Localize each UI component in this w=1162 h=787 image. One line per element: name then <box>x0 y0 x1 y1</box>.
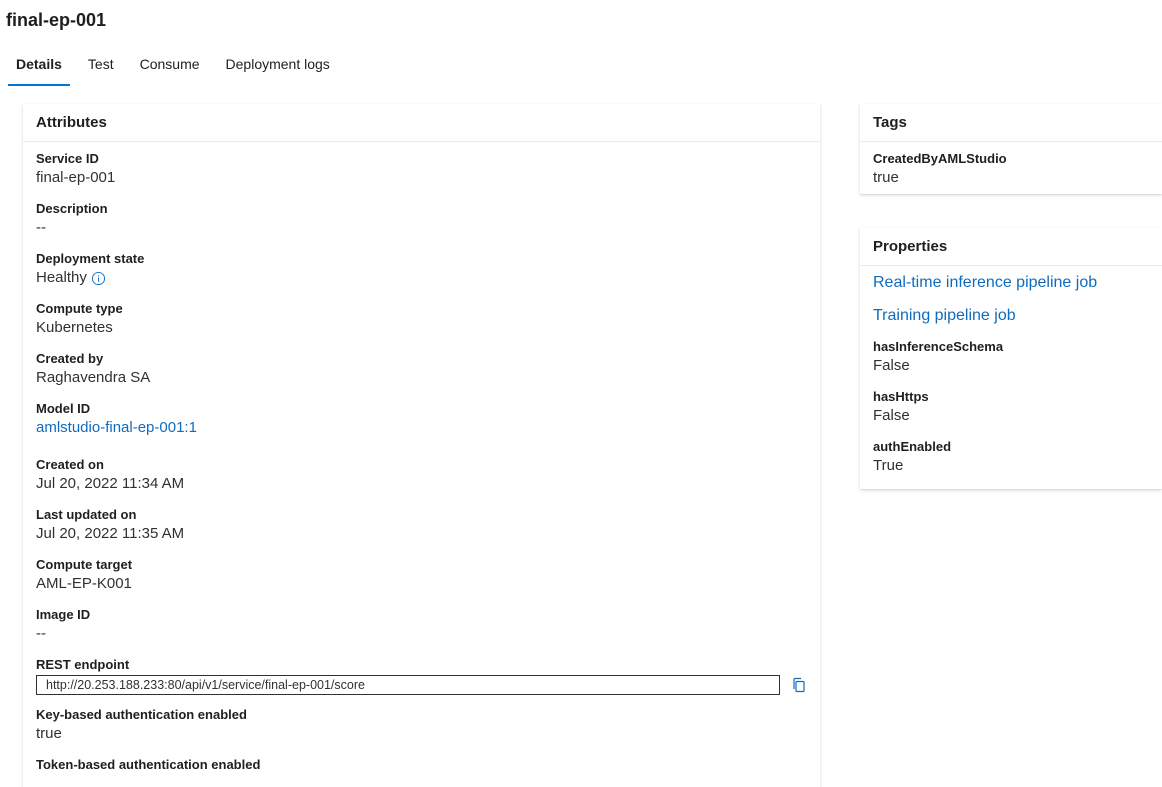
tab-consume[interactable]: Consume <box>132 44 208 86</box>
attr-token-auth: Token-based authentication enabled <box>36 756 807 773</box>
attr-label: Compute type <box>36 301 123 316</box>
attr-label: Last updated on <box>36 507 137 522</box>
attr-label: Image ID <box>36 607 91 622</box>
attr-value: Raghavendra SA <box>36 369 151 386</box>
prop-value: False <box>873 357 910 374</box>
attr-label: Compute target <box>36 557 133 572</box>
tag-label: CreatedByAMLStudio <box>873 151 1007 166</box>
attr-value: -- <box>36 625 46 642</box>
attr-image-id: Image ID -- <box>36 606 807 645</box>
tag-item: CreatedByAMLStudio true <box>873 150 1149 189</box>
endpoint-row: http://20.253.188.233:80/api/v1/service/… <box>36 675 807 695</box>
attr-value-row: Healthy <box>36 267 807 289</box>
tab-details[interactable]: Details <box>8 44 70 86</box>
prop-has-inference-schema: hasInferenceSchema False <box>873 338 1149 377</box>
attr-service-id: Service ID final-ep-001 <box>36 150 807 189</box>
attr-created-by: Created by Raghavendra SA <box>36 350 807 389</box>
realtime-inference-pipeline-link[interactable]: Real-time inference pipeline job <box>873 272 1149 294</box>
prop-value: False <box>873 407 910 424</box>
attr-label: Created by <box>36 351 104 366</box>
training-pipeline-link[interactable]: Training pipeline job <box>873 305 1149 327</box>
attr-model-id: Model ID amlstudio-final-ep-001:1 <box>36 400 807 439</box>
prop-label: hasInferenceSchema <box>873 339 1004 354</box>
prop-label: hasHttps <box>873 389 929 404</box>
tab-test[interactable]: Test <box>80 44 122 86</box>
properties-card: Properties Real-time inference pipeline … <box>860 228 1162 489</box>
tags-body: CreatedByAMLStudio true <box>860 142 1162 189</box>
tags-card: Tags CreatedByAMLStudio true <box>860 104 1162 194</box>
properties-header: Properties <box>860 228 1162 266</box>
attr-label: Service ID <box>36 151 99 166</box>
prop-value: True <box>873 457 904 474</box>
attributes-header: Attributes <box>23 104 820 142</box>
attr-value: AML-EP-K001 <box>36 575 132 592</box>
tag-value: true <box>873 169 899 186</box>
properties-body: Real-time inference pipeline job Trainin… <box>860 266 1162 477</box>
attr-label: Deployment state <box>36 251 145 266</box>
attr-value: -- <box>36 219 46 236</box>
attr-label: Key-based authentication enabled <box>36 707 247 722</box>
attr-value: Kubernetes <box>36 319 113 336</box>
attr-description: Description -- <box>36 200 807 239</box>
deployment-state-value: Healthy <box>36 269 87 286</box>
attr-created-on: Created on Jul 20, 2022 11:34 AM <box>36 456 807 495</box>
attributes-body: Service ID final-ep-001 Description -- D… <box>23 142 820 773</box>
attr-rest-endpoint: REST endpoint http://20.253.188.233:80/a… <box>36 656 807 695</box>
attr-label: REST endpoint <box>36 657 130 672</box>
attr-last-updated-on: Last updated on Jul 20, 2022 11:35 AM <box>36 506 807 545</box>
attr-value: Jul 20, 2022 11:35 AM <box>36 525 185 542</box>
page-title: final-ep-001 <box>6 10 107 30</box>
prop-auth-enabled: authEnabled True <box>873 438 1149 477</box>
tab-deployment-logs[interactable]: Deployment logs <box>218 44 338 86</box>
prop-label: authEnabled <box>873 439 952 454</box>
attributes-card: Attributes Service ID final-ep-001 Descr… <box>23 104 820 787</box>
attr-deployment-state: Deployment state Healthy <box>36 250 807 289</box>
attr-compute-target: Compute target AML-EP-K001 <box>36 556 807 595</box>
attr-label: Model ID <box>36 401 91 416</box>
rest-endpoint-field[interactable]: http://20.253.188.233:80/api/v1/service/… <box>36 675 780 695</box>
attr-value: final-ep-001 <box>36 169 116 186</box>
attr-label: Created on <box>36 457 104 472</box>
info-icon[interactable] <box>91 271 106 286</box>
tab-bar: Details Test Consume Deployment logs <box>8 44 348 86</box>
attr-key-auth: Key-based authentication enabled true <box>36 706 807 745</box>
prop-has-https: hasHttps False <box>873 388 1149 427</box>
attr-value: Jul 20, 2022 11:34 AM <box>36 475 185 492</box>
tags-header: Tags <box>860 104 1162 142</box>
attr-value: true <box>36 725 62 742</box>
copy-icon[interactable] <box>791 677 807 693</box>
model-id-link[interactable]: amlstudio-final-ep-001:1 <box>36 417 807 439</box>
attr-compute-type: Compute type Kubernetes <box>36 300 807 339</box>
attr-label: Description <box>36 201 108 216</box>
attr-label: Token-based authentication enabled <box>36 757 261 772</box>
